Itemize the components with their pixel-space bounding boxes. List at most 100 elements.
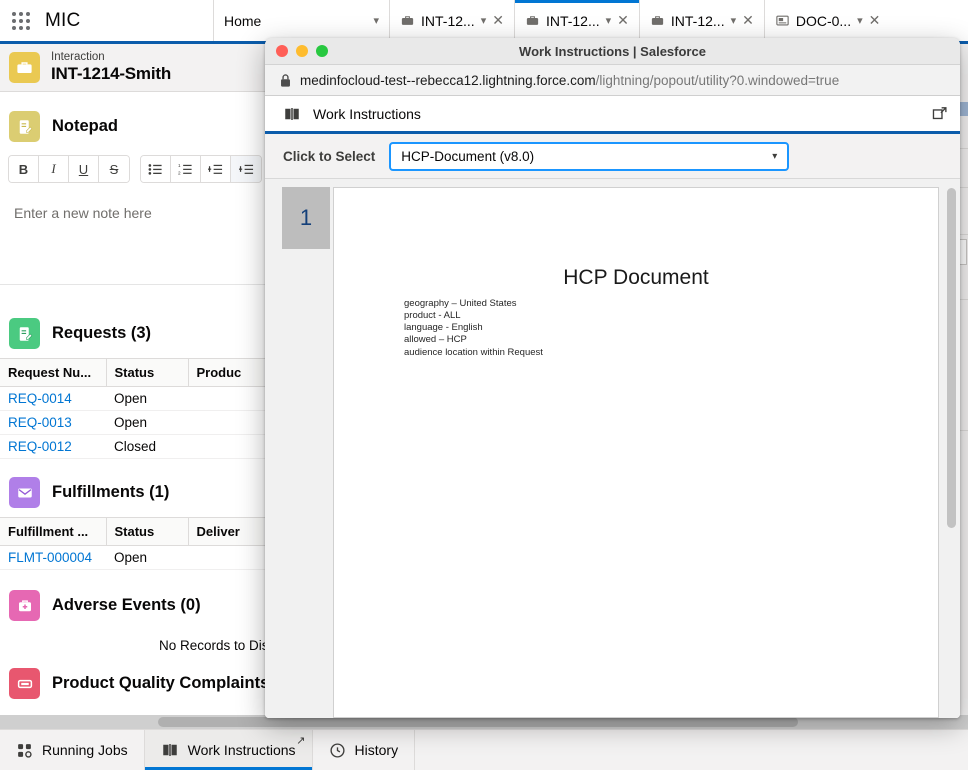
fulfillments-title: Fulfillments (1) [52, 483, 169, 502]
table-row[interactable]: FLMT-000004 Open [0, 546, 290, 570]
popup-url-text[interactable]: medinfocloud-test--rebecca12.lightning.f… [300, 73, 839, 88]
note-icon [9, 111, 40, 142]
chevron-down-icon[interactable]: ▾ [772, 151, 777, 162]
briefcase-icon [9, 52, 40, 83]
tab-home[interactable]: Home ▾ [213, 0, 389, 41]
document-scrollbar-thumb[interactable] [947, 188, 956, 528]
popup-content: Work Instructions Click to Select HCP-Do… [265, 96, 960, 718]
horizontal-scrollbar-thumb[interactable] [158, 717, 798, 727]
tab-home-label: Home [224, 13, 367, 29]
close-icon[interactable]: ✕ [492, 12, 504, 29]
utility-item-work-instructions-label: Work Instructions [188, 742, 296, 758]
popup-url-host: medinfocloud-test--rebecca12.lightning.f… [300, 73, 596, 88]
document-line: language - English [404, 322, 938, 334]
fulfillment-status: Open [106, 546, 188, 570]
table-header-row: Request Nu... Status Produc [0, 359, 290, 387]
bulleted-list-button[interactable] [141, 156, 171, 182]
indent-increase-button[interactable] [231, 156, 261, 182]
request-status: Closed [106, 435, 188, 459]
strikethrough-button[interactable]: S [99, 156, 129, 182]
app-launcher-waffle-icon[interactable] [9, 9, 33, 33]
adverse-events-panel: Adverse Events (0) No Records to Disp [0, 580, 290, 661]
underline-button[interactable]: U [69, 156, 99, 182]
tab-interaction-1-label: INT-12... [421, 13, 475, 29]
click-to-select-label: Click to Select [283, 149, 375, 164]
document-heading: HCP Document [334, 266, 938, 290]
notepad-header: Notepad [0, 101, 290, 151]
first-aid-icon [9, 590, 40, 621]
request-number-text[interactable]: REQ-0014 [8, 391, 72, 406]
request-number-text[interactable]: REQ-0013 [8, 415, 72, 430]
close-icon[interactable]: ✕ [869, 12, 881, 29]
utility-item-work-instructions[interactable]: Work Instructions ↗ [145, 730, 313, 770]
indent-decrease-button[interactable] [201, 156, 231, 182]
clock-icon [329, 742, 346, 759]
svg-text:1: 1 [178, 163, 181, 168]
chevron-down-icon[interactable]: ▾ [731, 14, 737, 27]
document-line: allowed – HCP [404, 334, 938, 346]
pqc-header: Product Quality Complaints [0, 658, 290, 708]
column-header-status[interactable]: Status [106, 359, 188, 387]
document-body: geography – United States product - ALL … [404, 298, 938, 359]
utility-bar: Running Jobs Work Instructions ↗ History [0, 729, 968, 770]
italic-button[interactable]: I [39, 156, 69, 182]
request-number-link[interactable]: REQ-0014 [0, 387, 106, 411]
document-vertical-scrollbar[interactable] [947, 188, 956, 708]
document-line: geography – United States [404, 298, 938, 310]
requests-panel: Requests (3) Request Nu... Status Produc… [0, 308, 290, 459]
document-select-value: HCP-Document (v8.0) [401, 149, 534, 164]
tab-interaction-2[interactable]: INT-12... ▾ ✕ [514, 0, 639, 41]
numbered-list-button[interactable]: 1 2 [171, 156, 201, 182]
utility-item-history[interactable]: History [313, 730, 416, 770]
bold-button[interactable]: B [9, 156, 39, 182]
table-row[interactable]: REQ-0014 Open [0, 387, 290, 411]
notepad-toolbar: B I U S 1 [0, 151, 290, 189]
notepad-input[interactable]: Enter a new note here [0, 193, 290, 285]
record-id: INT-1214-Smith [51, 64, 171, 84]
notepad-panel: Notepad B I U S [0, 101, 290, 285]
work-instructions-header: Work Instructions [265, 96, 960, 134]
document-select-dropdown[interactable]: HCP-Document (v8.0) ▾ [389, 142, 789, 171]
tab-document[interactable]: DOC-0... ▾ ✕ [764, 0, 891, 41]
utility-item-running-jobs-label: Running Jobs [42, 742, 128, 758]
chevron-down-icon[interactable]: ▾ [373, 14, 379, 27]
tab-strip: Home ▾ INT-12... ▾ ✕ INT-12... ▾ ✕ [213, 0, 968, 41]
utility-item-running-jobs[interactable]: Running Jobs [0, 730, 145, 770]
envelope-icon [9, 477, 40, 508]
request-number-link[interactable]: REQ-0013 [0, 411, 106, 435]
requests-table: Request Nu... Status Produc REQ-0014 Ope… [0, 358, 291, 459]
tab-interaction-1[interactable]: INT-12... ▾ ✕ [389, 0, 514, 41]
notepad-list-group: 1 2 [140, 155, 262, 183]
lock-icon [279, 73, 292, 88]
column-header-fulfillment-number[interactable]: Fulfillment ... [0, 518, 106, 546]
page-thumbnail-1[interactable]: 1 [282, 187, 330, 249]
column-header-request-number[interactable]: Request Nu... [0, 359, 106, 387]
dock-minimize-icon[interactable] [931, 105, 948, 122]
chevron-down-icon[interactable]: ▾ [606, 14, 612, 27]
popout-arrow-icon[interactable]: ↗ [296, 734, 305, 747]
adverse-events-title: Adverse Events (0) [52, 596, 201, 615]
book-icon [283, 105, 301, 123]
chevron-down-icon[interactable]: ▾ [481, 14, 487, 27]
close-icon[interactable]: ✕ [742, 12, 754, 29]
fulfillment-number-text[interactable]: FLMT-000004 [8, 550, 92, 565]
table-row[interactable]: REQ-0012 Closed [0, 435, 290, 459]
notepad-title: Notepad [52, 117, 118, 136]
tab-interaction-3[interactable]: INT-12... ▾ ✕ [639, 0, 764, 41]
record-kind: Interaction [51, 51, 171, 64]
popup-url-bar[interactable]: medinfocloud-test--rebecca12.lightning.f… [265, 65, 960, 96]
popup-titlebar[interactable]: Work Instructions | Salesforce [265, 38, 960, 65]
column-header-status[interactable]: Status [106, 518, 188, 546]
utility-item-history-label: History [355, 742, 399, 758]
chevron-down-icon[interactable]: ▾ [857, 14, 863, 27]
table-row[interactable]: REQ-0013 Open [0, 411, 290, 435]
complaint-icon [9, 668, 40, 699]
requests-title: Requests (3) [52, 324, 151, 343]
fulfillment-number-link[interactable]: FLMT-000004 [0, 546, 106, 570]
request-number-text[interactable]: REQ-0012 [8, 439, 72, 454]
close-icon[interactable]: ✕ [617, 12, 629, 29]
briefcase-icon [525, 13, 540, 28]
document-icon [775, 13, 790, 28]
request-number-link[interactable]: REQ-0012 [0, 435, 106, 459]
popup-url-path: /lightning/popout/utility?0.windowed=tru… [596, 73, 840, 88]
